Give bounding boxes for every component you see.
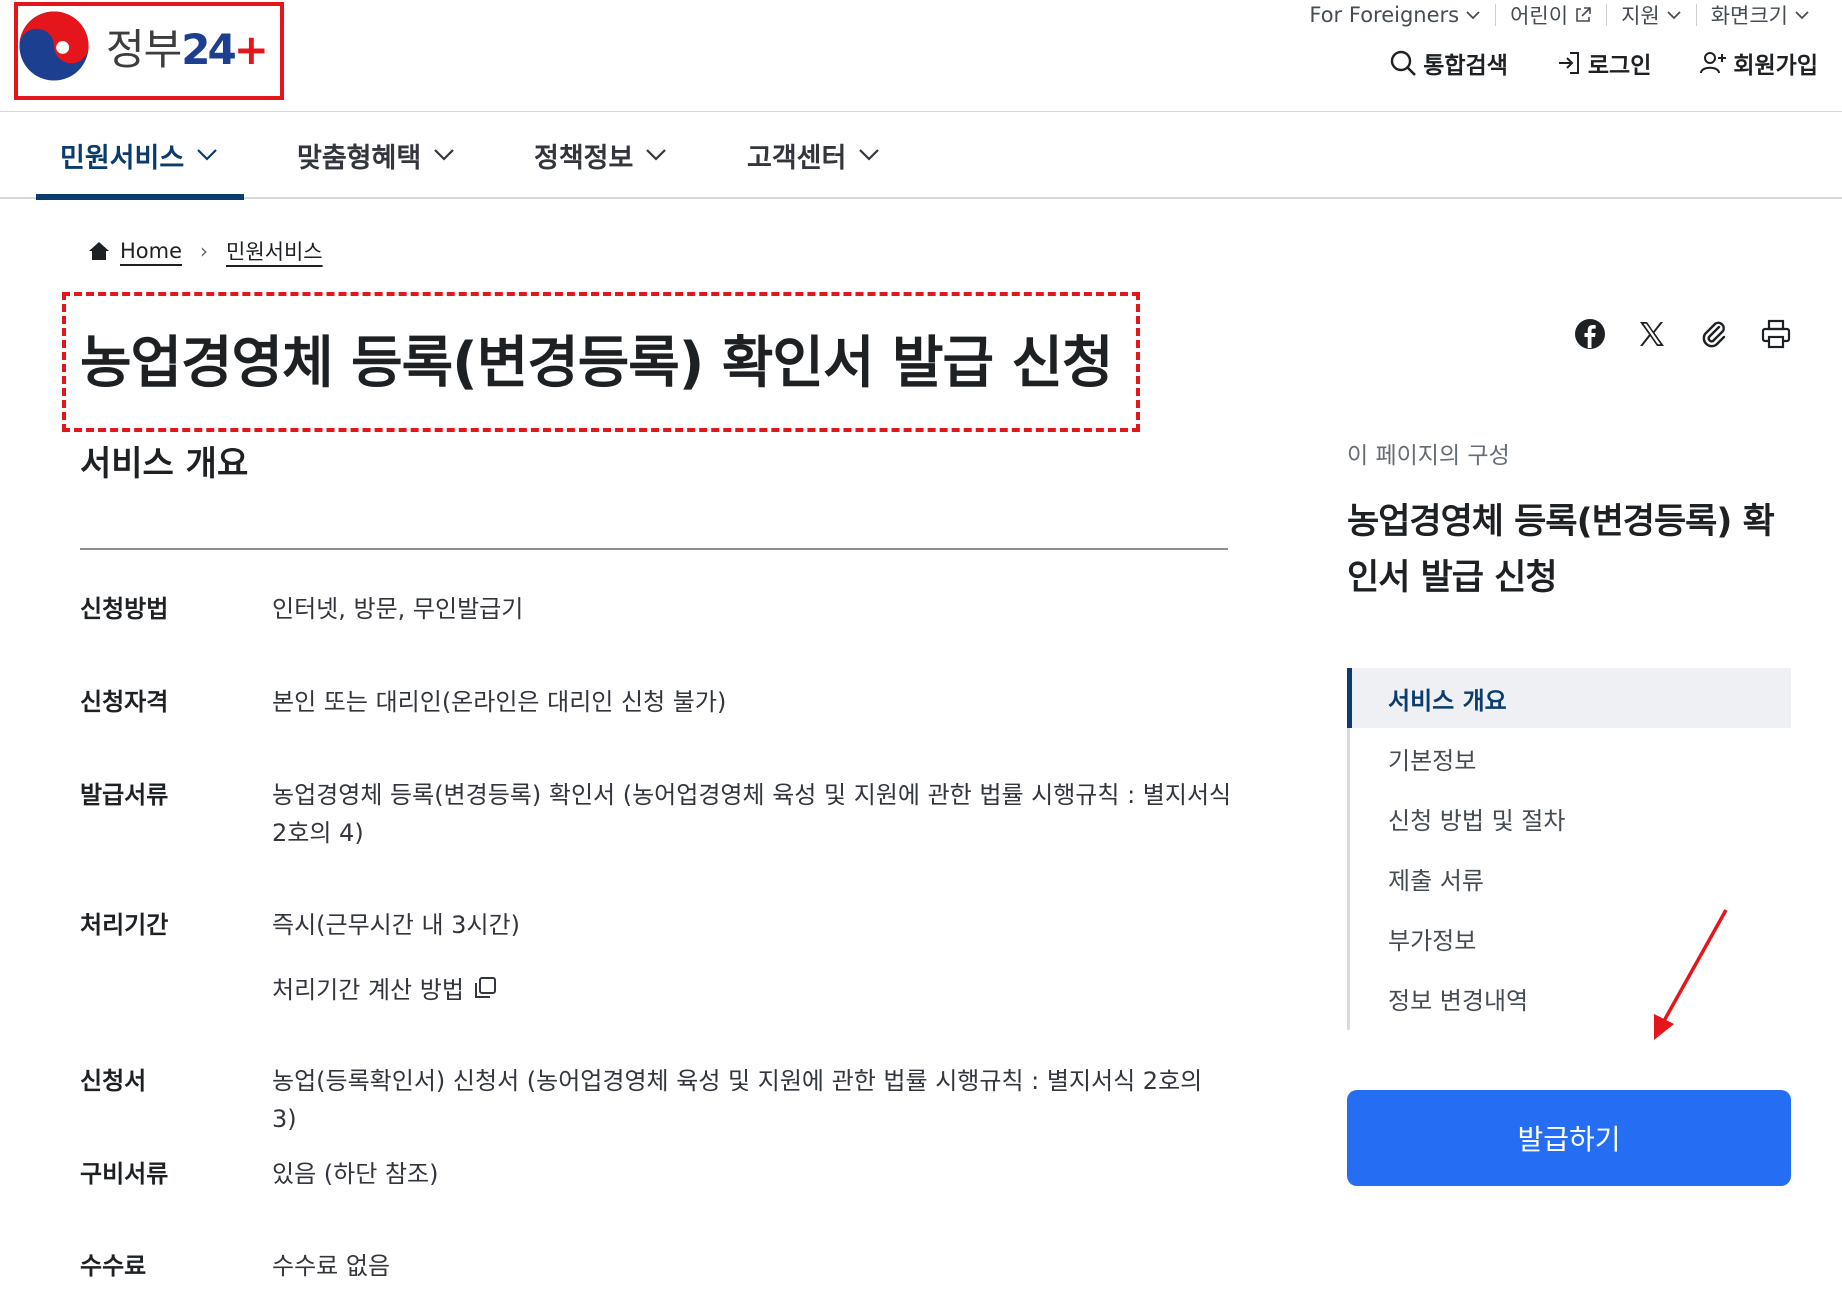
util-foreigners-label: For Foreigners: [1309, 3, 1460, 27]
toc-item-apply-procedure[interactable]: 신청 방법 및 절차: [1350, 788, 1791, 848]
util-screen-size-label: 화면크기: [1710, 4, 1788, 28]
util-support-label: 지원: [1621, 4, 1660, 28]
chevron-down-icon: [434, 149, 454, 161]
page-title: 농업경영체 등록(변경등록) 확인서 발급 신청: [80, 331, 1114, 396]
info-label: 신청서: [80, 1067, 147, 1095]
logo-number: 24: [181, 25, 236, 74]
copy-window-icon: [474, 976, 496, 998]
toc-item-submit-documents[interactable]: 제출 서류: [1350, 848, 1791, 908]
site-header: 정부24+ For Foreigners 어린이 지원 화면크기 통합검색 로그…: [0, 0, 1842, 112]
toc-item-service-overview[interactable]: 서비스 개요: [1347, 668, 1791, 728]
info-label: 처리기간: [80, 911, 169, 939]
info-value: 인터넷, 방문, 무인발급기: [272, 595, 524, 623]
info-label: 구비서류: [80, 1160, 169, 1188]
gnb-customer-center[interactable]: 고객센터: [747, 113, 880, 197]
info-value: 본인 또는 대리인(온라인은 대리인 신청 불가): [272, 688, 727, 716]
chevron-down-icon: [646, 149, 667, 161]
annotation-arrow: [1654, 909, 1728, 1040]
chevron-down-icon: [197, 149, 217, 161]
gnb-policy-info-label: 정책정보: [534, 142, 634, 174]
info-value: 있음 (하단 참조): [272, 1160, 439, 1188]
gnb-civil-service[interactable]: 민원서비스: [36, 113, 245, 200]
processing-time-calc-label: 처리기간 계산 방법: [272, 976, 464, 1004]
signup-label: 회원가입: [1733, 53, 1818, 79]
info-label: 수수료: [80, 1252, 147, 1280]
breadcrumb-home-link[interactable]: Home: [120, 239, 182, 263]
logo-text: 정부: [106, 25, 182, 74]
x-icon[interactable]: [1636, 318, 1668, 350]
toc-caption: 이 페이지의 구성: [1347, 443, 1510, 469]
breadcrumb: Home › 민원서비스: [88, 236, 323, 266]
info-value: 수수료 없음: [272, 1252, 391, 1280]
util-support[interactable]: 지원: [1607, 0, 1696, 30]
gnb-custom-benefits-label: 맞춤형혜택: [297, 142, 422, 174]
util-foreigners[interactable]: For Foreigners: [1295, 3, 1495, 27]
issue-button[interactable]: 발급하기: [1347, 1090, 1791, 1186]
info-label: 발급서류: [80, 781, 169, 809]
gnb-customer-center-label: 고객센터: [747, 142, 847, 174]
gnb-custom-benefits[interactable]: 맞춤형혜택: [297, 113, 455, 197]
breadcrumb-current-link[interactable]: 민원서비스: [226, 236, 323, 266]
chevron-down-icon: [1795, 11, 1809, 20]
chevron-down-icon: [1466, 11, 1480, 20]
info-label: 신청방법: [80, 595, 169, 623]
chevron-down-icon: [1667, 11, 1681, 20]
link-icon[interactable]: [1698, 318, 1730, 350]
service-overview-heading: 서비스 개요: [80, 444, 249, 484]
chevron-down-icon: [859, 149, 880, 161]
search-icon: [1391, 50, 1417, 76]
taegeuk-emblem-icon: [19, 11, 89, 81]
user-add-icon: [1700, 52, 1727, 74]
main-nav: 민원서비스 맞춤형혜택 정책정보 고객센터: [0, 113, 1842, 200]
info-value: 농업경영체 등록(변경등록) 확인서 (농어업경영체 육성 및 지원에 관한 법…: [272, 781, 1232, 847]
util-kids-label: 어린이: [1510, 4, 1569, 28]
logo-plus: +: [233, 25, 269, 74]
home-icon: [89, 242, 109, 260]
info-value: 즉시(근무시간 내 3시간): [272, 911, 520, 939]
integrated-search-label: 통합검색: [1423, 53, 1508, 79]
info-value: 농업(등록확인서) 신청서 (농어업경영체 육성 및 지원에 관한 법률 시행규…: [272, 1067, 1203, 1133]
util-kids[interactable]: 어린이: [1496, 0, 1606, 30]
util-screen-size[interactable]: 화면크기: [1697, 0, 1824, 30]
integrated-search-button[interactable]: 통합검색: [1389, 46, 1508, 80]
info-label: 신청자격: [80, 688, 169, 716]
section-divider: [80, 548, 1228, 550]
utility-nav: For Foreigners 어린이 지원 화면크기: [1295, 0, 1824, 30]
member-nav: 통합검색 로그인 회원가입: [1389, 46, 1818, 80]
gnb-active-indicator: [36, 194, 245, 200]
logo-wordmark: 정부24+: [106, 16, 269, 77]
chevron-right-icon: ›: [200, 239, 209, 263]
signup-button[interactable]: 회원가입: [1699, 46, 1818, 80]
login-label: 로그인: [1587, 53, 1652, 79]
login-button[interactable]: 로그인: [1556, 46, 1651, 80]
login-icon: [1558, 52, 1579, 74]
toc-item-basic-info[interactable]: 기본정보: [1350, 728, 1791, 788]
external-link-icon: [1576, 7, 1591, 22]
processing-time-calc-link[interactable]: 처리기간 계산 방법: [272, 970, 498, 1005]
print-icon[interactable]: [1760, 318, 1792, 350]
toc-heading: 농업경영체 등록(변경등록) 확인서 발급 신청: [1347, 502, 1775, 598]
gnb-civil-service-label: 민원서비스: [60, 142, 185, 174]
facebook-icon[interactable]: [1574, 318, 1606, 350]
gnb-policy-info[interactable]: 정책정보: [534, 113, 667, 197]
share-toolbar: [1574, 318, 1792, 350]
